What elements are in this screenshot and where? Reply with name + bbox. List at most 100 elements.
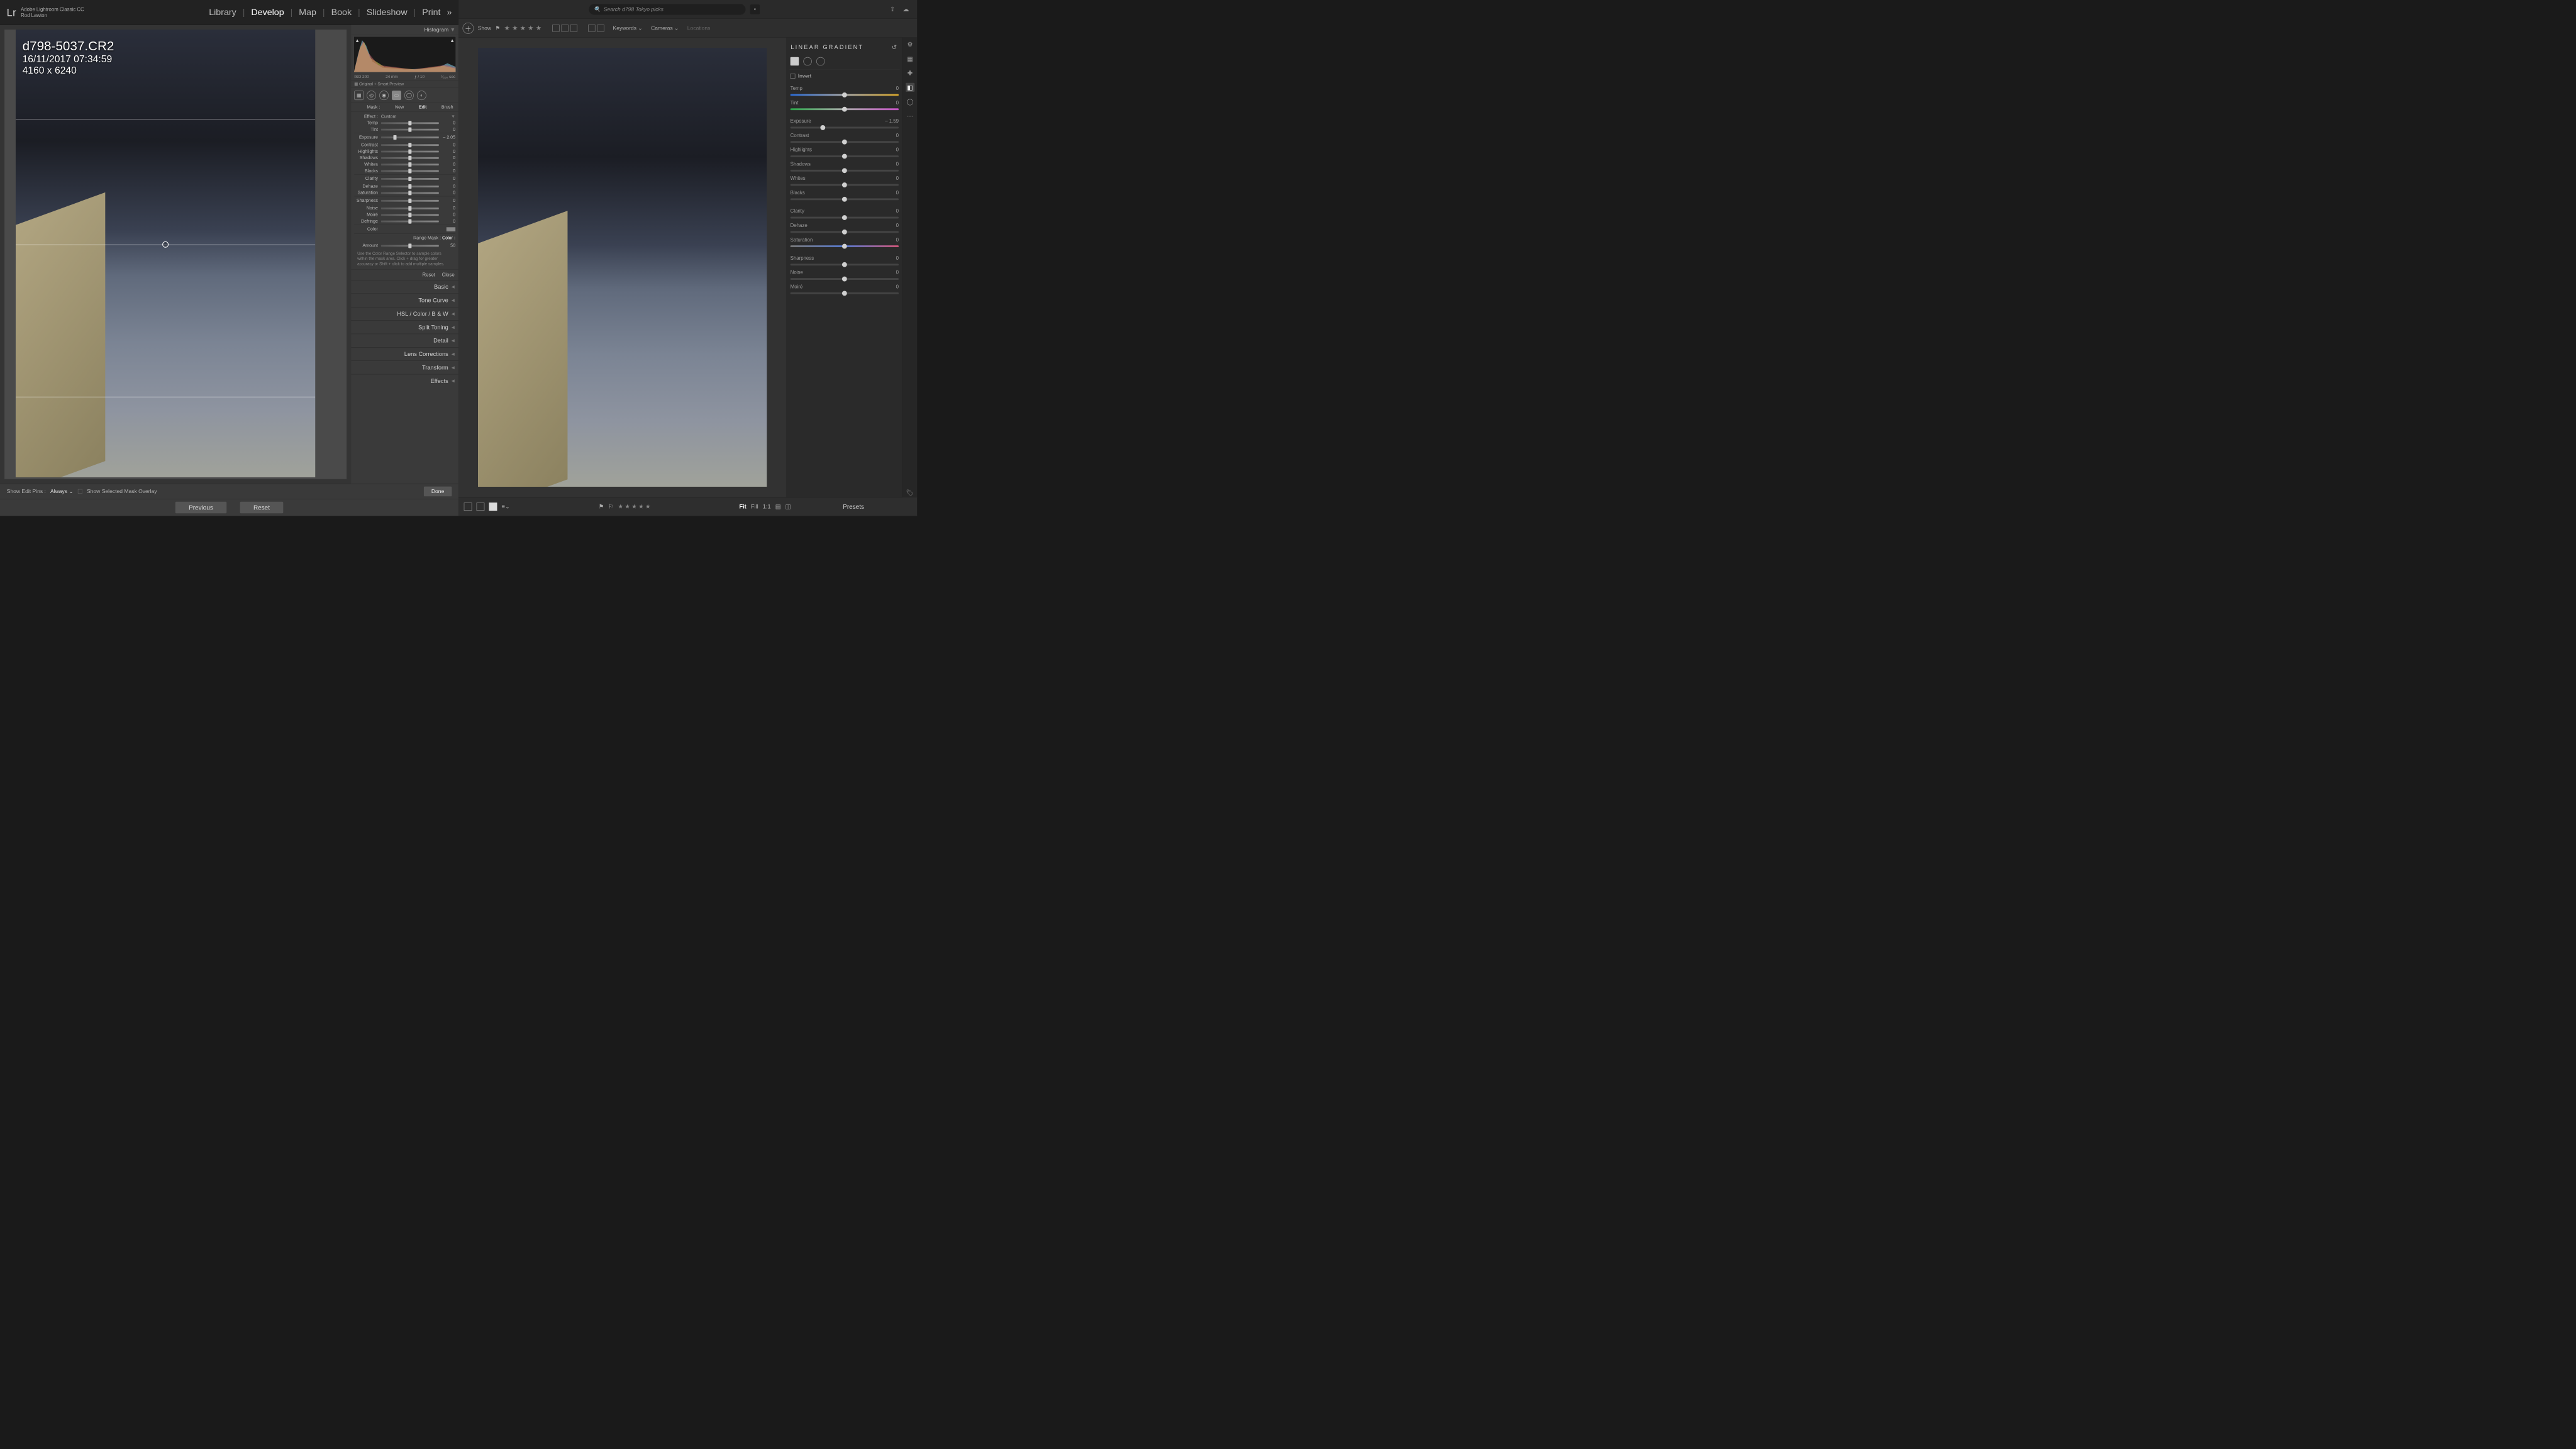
panel-detail[interactable]: Detail◀ [351,334,458,347]
mask-brush[interactable]: Brush [439,105,455,110]
slider-highlights[interactable]: Highlights0 [354,148,455,155]
oneone-button[interactable]: 1:1 [763,503,771,510]
tag-icon[interactable]: 🏷 [906,488,914,497]
panel-effects[interactable]: Effects◀ [351,374,458,387]
cc-slider-whites[interactable]: Whites0 [789,172,899,187]
cloud-icon[interactable]: ☁ [901,5,910,14]
single-view-icon[interactable] [489,502,497,511]
edit-icon[interactable]: ⚙ [906,40,914,48]
flag-rejected-icon[interactable] [570,25,577,31]
effect-row[interactable]: Effect : Custom ▼ [354,113,455,119]
frame-a-icon[interactable] [588,25,595,31]
filmstrip-icon[interactable]: ▤ [775,503,781,510]
range-mask-row[interactable]: Range Mask : Color ⦂ [354,233,455,242]
cc-slider-dehaze[interactable]: Dehaze0 [789,219,899,234]
cc-slider-contrast[interactable]: Contrast0 [789,130,899,144]
presets-button[interactable]: Presets [796,503,912,510]
cc-slider-clarity[interactable]: Clarity0 [789,205,899,219]
sort-icon[interactable]: ≡⌄ [501,503,509,510]
filter-button[interactable]: ▾ [750,4,760,14]
slider-blacks[interactable]: Blacks0 [354,168,455,174]
slider-saturation[interactable]: Saturation0 [354,190,455,196]
linear-tab-icon[interactable] [791,57,799,66]
radial-tool-icon[interactable]: ◯ [404,91,414,100]
cc-slider-tint[interactable]: Tint0 [789,97,899,111]
share-icon[interactable]: ⇪ [888,5,897,14]
slider-dehaze[interactable]: Dehaze0 [354,183,455,189]
mask-edit[interactable]: Edit [416,105,428,110]
cc-slider-highlights[interactable]: Highlights0 [789,144,899,158]
compare-icon[interactable]: ◫ [786,503,791,510]
panel-hsl-color-b-w[interactable]: HSL / Color / B & W◀ [351,307,458,320]
amount-row[interactable]: Amount 50 [354,243,455,249]
gradient-pin[interactable] [162,242,169,248]
slider-clarity[interactable]: Clarity0 [354,174,455,183]
previous-button[interactable]: Previous [175,502,227,514]
cc-slider-moiré[interactable]: Moiré0 [789,280,899,295]
slider-contrast[interactable]: Contrast0 [354,142,455,148]
flag-toggle-icon[interactable]: ⚑ [599,503,604,510]
brush-tab-icon[interactable] [803,57,812,66]
flag-unflagged-icon[interactable] [562,25,569,31]
gradient-tool-icon[interactable]: ▭ [392,91,401,100]
search-box[interactable]: 🔍 Search d798 Tokyo picks [589,4,745,14]
slider-tint[interactable]: Tint0 [354,126,455,133]
slider-exposure[interactable]: Exposure– 2.05 [354,133,455,142]
histogram[interactable]: ▲ ▲ [353,36,455,72]
cc-slider-sharpness[interactable]: Sharpness0 [789,252,899,267]
flag-filter-icon[interactable]: ⚑ [495,25,500,31]
square-view-icon[interactable] [477,502,485,511]
cc-canvas[interactable] [458,38,786,497]
slider-defringe[interactable]: Defringe0 [354,218,455,225]
masking-icon[interactable]: ◧ [906,83,914,92]
develop-canvas[interactable]: d798-5037.CR2 16/11/2017 07:34:59 4160 x… [4,30,347,479]
mask-overlay-check[interactable] [78,489,82,494]
slider-shadows[interactable]: Shadows0 [354,155,455,161]
more-icon[interactable]: ⋯ [906,111,914,120]
frame-b-icon[interactable] [597,25,604,31]
reject-toggle-icon[interactable]: ⚐ [608,503,613,510]
grid-view-icon[interactable] [464,502,472,511]
mask-reset[interactable]: Reset [423,272,435,278]
mask-close[interactable]: Close [442,272,455,278]
color-row[interactable]: Color [354,225,455,233]
crop-icon[interactable]: ▦ [906,54,914,63]
module-book[interactable]: Book [331,8,352,18]
brush-tool-icon[interactable]: ◐ [417,91,426,100]
panel-transform[interactable]: Transform◀ [351,361,458,374]
slider-temp[interactable]: Temp0 [354,119,455,126]
locations-chip[interactable]: Locations [687,25,711,31]
slider-noise[interactable]: Noise0 [354,205,455,211]
star-filter[interactable]: ★ ★ ★ ★ ★ [504,24,542,31]
done-button[interactable]: Done [424,486,452,496]
rating-stars[interactable]: ★ ★ ★ ★ ★ [618,503,651,510]
add-button[interactable]: ＋ [462,23,474,34]
panel-split-toning[interactable]: Split Toning◀ [351,320,458,333]
keywords-chip[interactable]: Keywords ⌄ [613,25,643,31]
crop-tool-icon[interactable]: ▦ [354,91,364,100]
module-more[interactable]: » [447,8,452,18]
cc-slider-shadows[interactable]: Shadows0 [789,158,899,172]
slider-whites[interactable]: Whites0 [354,161,455,167]
panel-basic[interactable]: Basic◀ [351,280,458,293]
invert-row[interactable]: Invert [789,70,899,82]
reset-button[interactable]: Reset [240,502,284,514]
module-slideshow[interactable]: Slideshow [367,8,408,18]
fill-button[interactable]: Fill [751,503,758,510]
mask-new[interactable]: New [392,105,406,110]
flag-picked-icon[interactable] [552,25,559,31]
cc-slider-blacks[interactable]: Blacks0 [789,187,899,201]
cc-slider-temp[interactable]: Temp0 [789,82,899,97]
cc-slider-noise[interactable]: Noise0 [789,267,899,281]
module-print[interactable]: Print [422,8,440,18]
heal-icon[interactable]: ✚ [906,69,914,77]
cc-preview-image[interactable] [478,48,767,487]
module-develop[interactable]: Develop [251,8,284,18]
cc-slider-exposure[interactable]: Exposure– 1.59 [789,115,899,130]
preview-image[interactable] [16,30,315,477]
fit-button[interactable]: Fit [739,503,746,510]
radial-icon[interactable]: ◯ [906,97,914,106]
redeye-tool-icon[interactable]: ◉ [379,91,389,100]
module-map[interactable]: Map [299,8,316,18]
cameras-chip[interactable]: Cameras ⌄ [651,25,679,31]
